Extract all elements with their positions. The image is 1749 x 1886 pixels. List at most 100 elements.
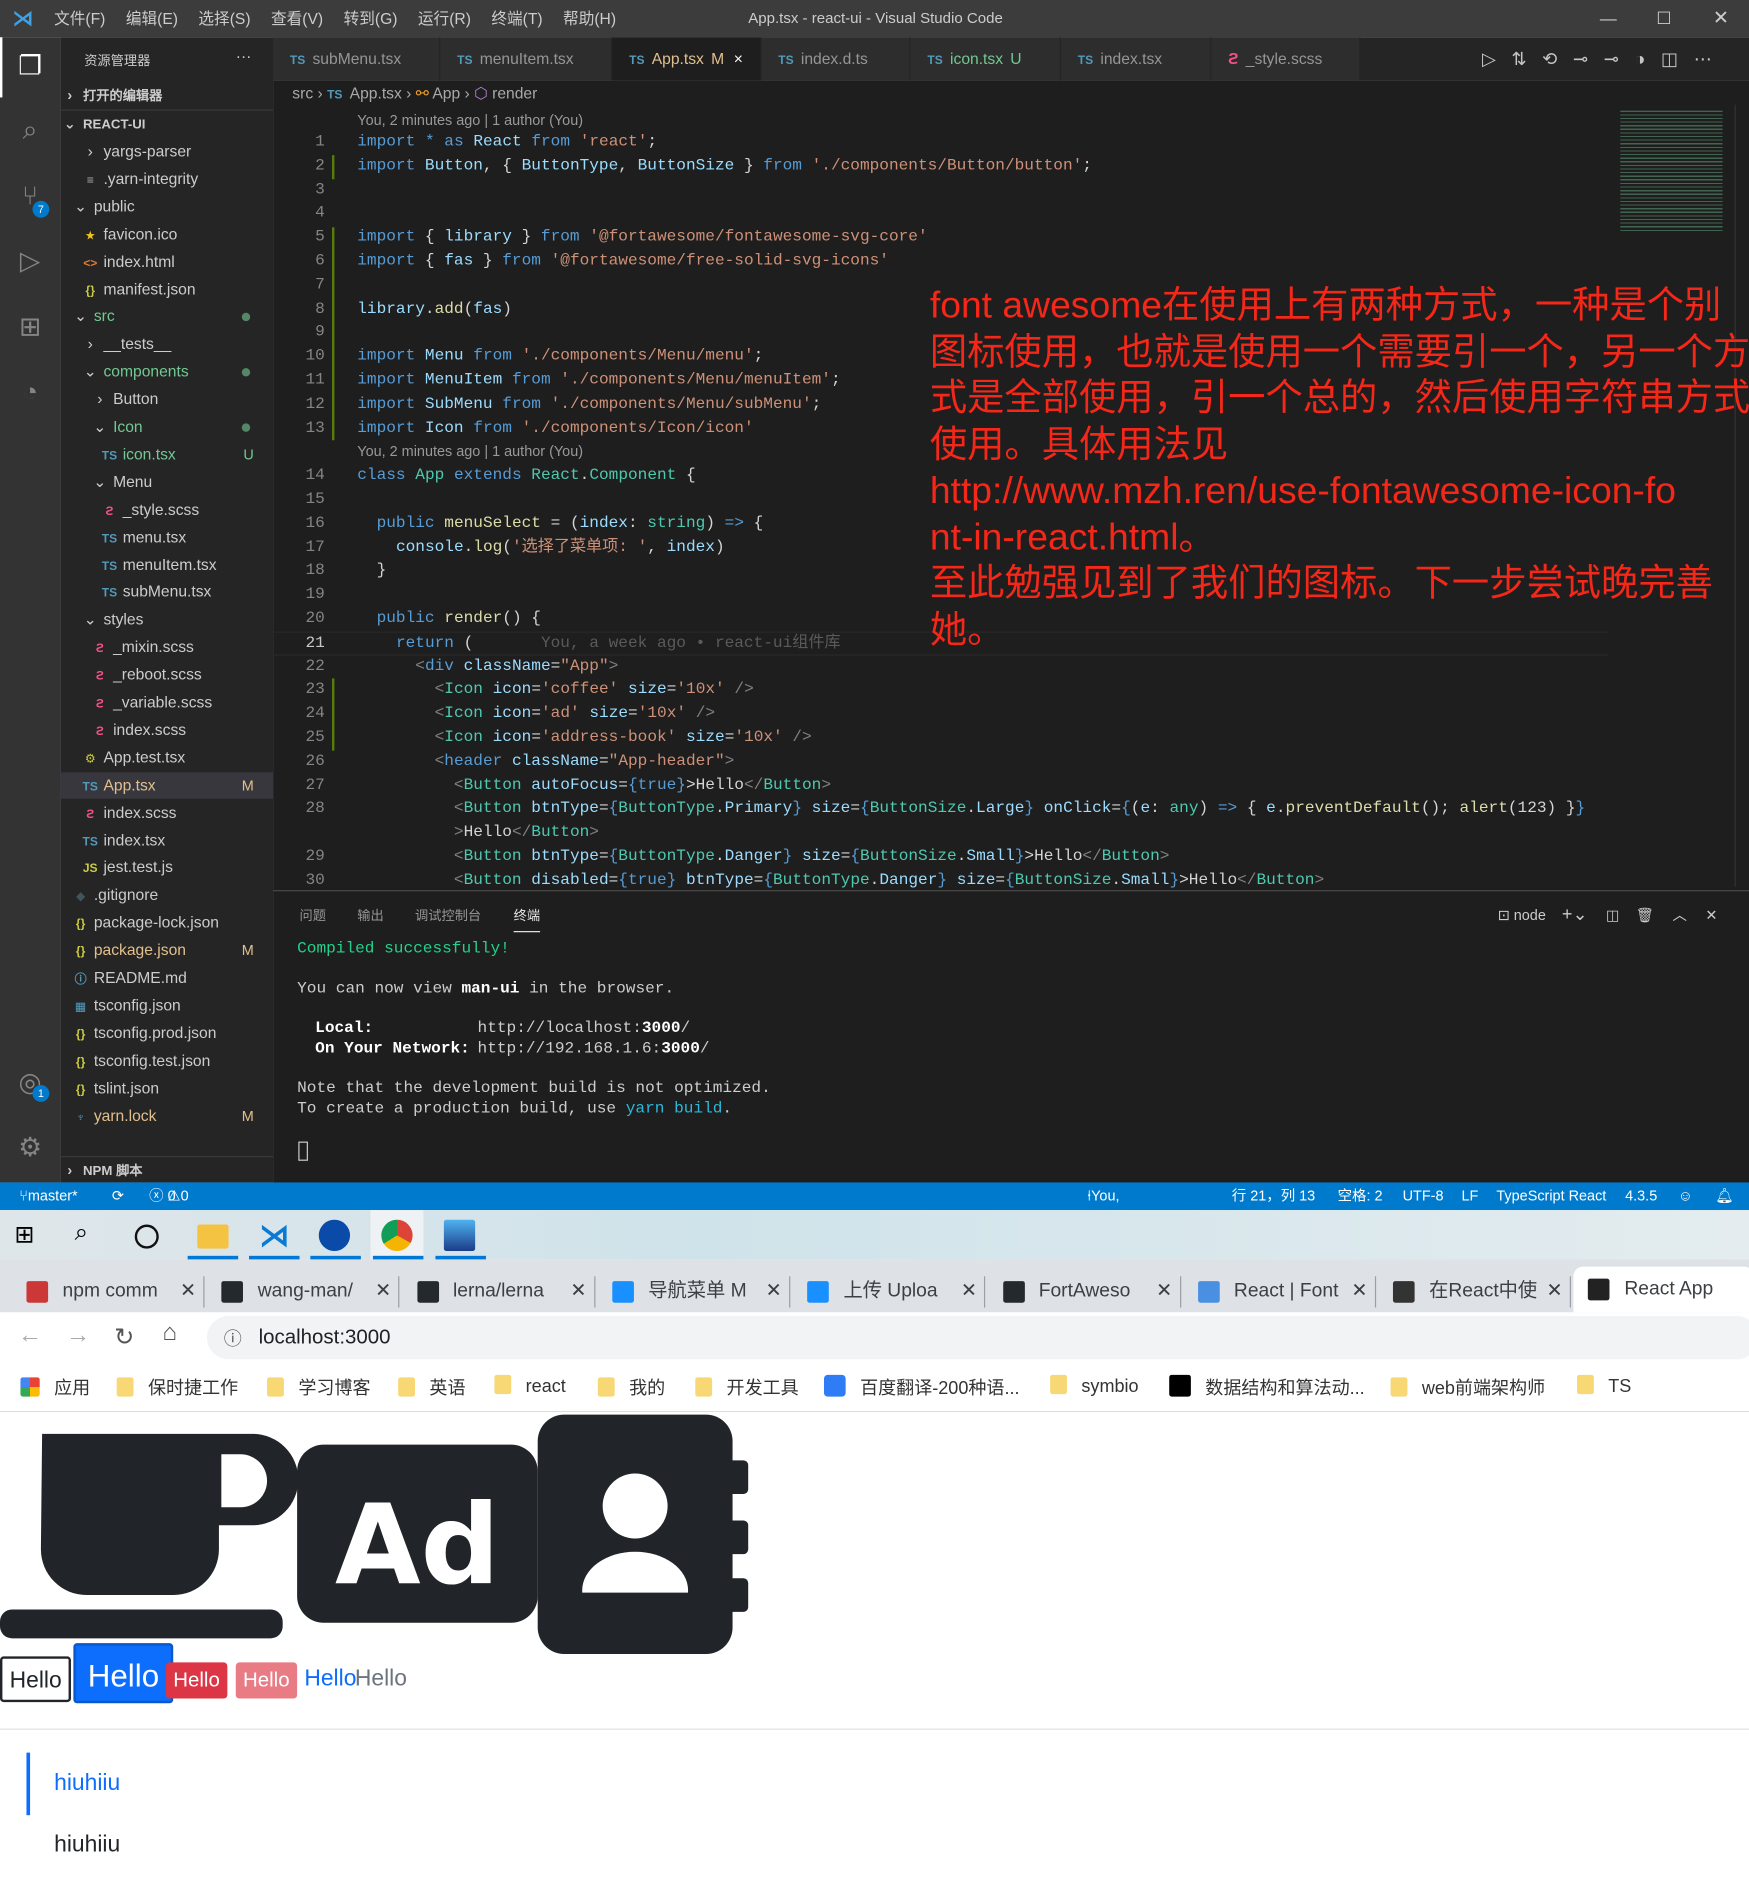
browser-tab[interactable]: 在React中使 ✕ <box>1379 1276 1572 1308</box>
notifications-bell-icon[interactable]: 🔔︎ <box>1715 1182 1733 1210</box>
vscode-taskbar-icon[interactable]: ⋊ <box>259 1220 290 1251</box>
hello-button-default[interactable]: Hello <box>0 1656 72 1703</box>
close-tab-button[interactable]: ✕ <box>961 1276 977 1307</box>
more-actions-button[interactable]: ··· <box>236 47 252 65</box>
kill-terminal-button[interactable]: 🗑 <box>1636 907 1654 924</box>
photos-taskbar-icon[interactable] <box>443 1219 476 1252</box>
search-taskbar-icon[interactable]: ⌕ <box>75 1220 106 1251</box>
breadcrumb-item[interactable]: App <box>432 84 460 102</box>
browser-tab[interactable]: lerna/lerna ✕ <box>402 1276 595 1308</box>
panel-tab[interactable]: 调试控制台 <box>415 906 481 925</box>
file-tree-item[interactable]: ⌄ public <box>60 193 273 219</box>
menu-item[interactable]: 文件(F) <box>54 0 105 37</box>
file-tree-item[interactable]: {} tsconfig.prod.json <box>60 1020 273 1046</box>
file-tree-item[interactable]: ♆ yarn.lock M <box>60 1102 273 1128</box>
close-tab-button[interactable]: ✕ <box>570 1276 586 1307</box>
menu-item[interactable]: 终端(T) <box>491 0 542 37</box>
file-tree-item[interactable]: ⌄ src <box>60 304 273 330</box>
breadcrumb-item[interactable]: src <box>292 84 313 102</box>
breadcrumb-item[interactable]: render <box>492 84 537 102</box>
eol[interactable]: LF <box>1462 1182 1479 1210</box>
menu-item[interactable]: hiuhiiu <box>54 1832 120 1858</box>
hello-button-primary-large[interactable]: Hello <box>73 1643 174 1704</box>
breadcrumb-item[interactable]: App.tsx <box>350 84 402 102</box>
git-blame[interactable]: ⍿ You, a week ago <box>1087 1182 1124 1287</box>
browser-tab[interactable]: wang-man/ ✕ <box>207 1276 400 1308</box>
url-text[interactable]: localhost:3000 <box>259 1326 391 1350</box>
bookmark[interactable]: symbio <box>1050 1374 1139 1397</box>
bookmark[interactable]: react <box>494 1374 566 1397</box>
file-tree-item[interactable]: TS App.tsx M <box>60 771 274 799</box>
bookmark[interactable]: 数据结构和算法动... <box>1169 1374 1365 1400</box>
file-tree-item[interactable]: ⚙ App.test.tsx <box>60 744 273 770</box>
npm-scripts-section[interactable]: › NPM 脚本 <box>60 1155 274 1184</box>
file-tree-item[interactable]: {} tslint.json <box>60 1075 273 1101</box>
cursor-position[interactable]: 行 21，列 13 <box>1232 1182 1315 1210</box>
file-tree-item[interactable]: TS index.tsx <box>60 827 273 853</box>
minimap[interactable] <box>1620 110 1723 231</box>
menu-item-active[interactable]: hiuhiiu <box>54 1771 120 1797</box>
bookmark[interactable]: web前端架构师 <box>1390 1375 1545 1400</box>
terminal-select[interactable]: node <box>1514 907 1546 924</box>
minimize-button[interactable]: — <box>1600 0 1617 37</box>
browser-tab[interactable]: FortAweso ✕ <box>988 1276 1181 1308</box>
close-panel-button[interactable]: ✕ <box>1705 907 1717 924</box>
code-lens[interactable]: You, 2 minutes ago | 1 author (You) <box>357 112 583 129</box>
hello-button-danger-small[interactable]: Hello <box>166 1662 228 1699</box>
indentation[interactable]: 空格: 2 <box>1338 1182 1383 1210</box>
file-tree-item[interactable]: ⌄ Icon <box>60 414 273 440</box>
tab-subMenu-tsx[interactable]: TS subMenu.tsx <box>273 37 441 81</box>
bookmark[interactable]: 应用 <box>20 1375 90 1400</box>
close-tab-button[interactable]: ✕ <box>766 1276 782 1307</box>
file-tree-item[interactable]: {} package-lock.json <box>60 910 273 936</box>
browser-tab[interactable]: npm comm ✕ <box>12 1276 205 1308</box>
file-tree-item[interactable]: {} manifest.json <box>60 276 273 302</box>
close-tab-button[interactable]: ✕ <box>1351 1276 1367 1307</box>
extensions-icon[interactable]: ⊞ <box>14 312 45 343</box>
menu-item[interactable]: 运行(R) <box>418 0 471 37</box>
file-tree-item[interactable]: TS subMenu.tsx <box>60 579 273 605</box>
forward-button[interactable]: → <box>66 1322 90 1350</box>
close-tab-button[interactable]: ✕ <box>375 1276 391 1307</box>
bookmark[interactable]: 开发工具 <box>695 1375 799 1400</box>
file-tree-item[interactable]: ◆ .gitignore <box>60 882 273 908</box>
feedback-icon[interactable]: ☺ <box>1678 1182 1693 1210</box>
editor-actions[interactable]: ▷⇅⟲⊸⊸◑◫⋯ <box>1482 48 1727 69</box>
encoding[interactable]: UTF-8 <box>1403 1182 1444 1210</box>
tab-index-d-ts[interactable]: TS index.d.ts <box>761 37 911 81</box>
tab-close-button[interactable]: × <box>734 49 743 67</box>
file-tree-item[interactable]: ≡ .yarn-integrity <box>60 166 273 192</box>
bookmark[interactable]: 百度翻译-200种语... <box>823 1374 1019 1400</box>
file-tree-item[interactable]: ϩ index.scss <box>60 799 273 825</box>
maximize-panel-button[interactable]: ︿ <box>1673 907 1687 924</box>
bookmark[interactable]: 我的 <box>597 1375 665 1400</box>
git-branch[interactable]: ⑂ master* <box>19 1182 77 1210</box>
file-tree-item[interactable]: ★ favicon.ico <box>60 221 273 247</box>
chrome-taskbar-icon[interactable] <box>381 1219 413 1252</box>
browser-tab[interactable]: React | Font ✕ <box>1183 1276 1376 1308</box>
back-button[interactable]: ← <box>18 1322 42 1350</box>
file-tree-item[interactable]: ⌄ components <box>60 359 273 385</box>
file-tree-item[interactable]: › __tests__ <box>60 331 273 357</box>
browser-tab[interactable]: 上传 Uploa ✕ <box>793 1276 986 1308</box>
tab-index-tsx[interactable]: TS index.tsx <box>1060 37 1212 81</box>
code-editor[interactable]: src › TS App.tsx › ⚯ App › ⬡ render You, … <box>273 80 1749 891</box>
file-tree-item[interactable]: ϩ _mixin.scss <box>60 634 273 660</box>
file-tree-item[interactable]: <> index.html <box>60 249 273 275</box>
file-explorer-icon[interactable] <box>197 1224 229 1249</box>
cortana-icon[interactable] <box>134 1224 159 1249</box>
file-tree-item[interactable]: ⓘ README.md <box>60 965 273 991</box>
hello-link-button[interactable]: Hello <box>297 1656 364 1702</box>
panel-tab[interactable]: 问题 <box>300 906 326 925</box>
file-tree-item[interactable]: ϩ _variable.scss <box>60 689 273 715</box>
new-terminal-button[interactable]: +⌄ <box>1562 905 1588 925</box>
bookmark[interactable]: TS <box>1577 1374 1631 1397</box>
settings-gear-icon[interactable]: ⚙ <box>14 1132 45 1163</box>
close-tab-button[interactable]: ✕ <box>1547 1276 1563 1307</box>
split-terminal-button[interactable]: ◫ <box>1606 907 1620 924</box>
reload-button[interactable]: ↻ <box>114 1322 134 1352</box>
run-debug-icon[interactable]: ▷ <box>14 245 45 276</box>
menu-item[interactable]: 编辑(E) <box>126 0 178 37</box>
tab-menuItem-tsx[interactable]: TS menuItem.tsx <box>440 37 613 81</box>
app-taskbar-icon[interactable] <box>318 1219 351 1252</box>
